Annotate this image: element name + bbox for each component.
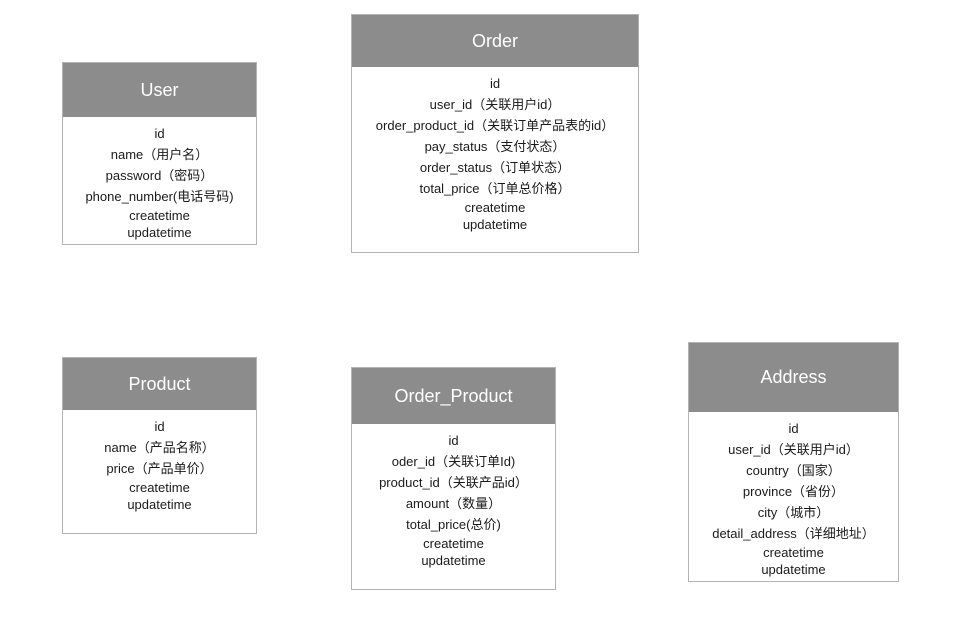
field-user-id: id: [154, 126, 165, 141]
field-order-product-total-price: total_price(总价): [406, 517, 501, 532]
entity-address-title: Address: [689, 343, 898, 412]
field-user-updatetime: updatetime: [127, 225, 192, 240]
entity-user[interactable]: User id name（用户名） password（密码） phone_num…: [62, 62, 257, 245]
field-address-detail-address: detail_address（详细地址）: [712, 526, 875, 541]
field-order-product-createtime: createtime: [423, 536, 484, 551]
field-product-updatetime: updatetime: [127, 497, 192, 512]
field-order-product-amount: amount（数量）: [405, 496, 502, 511]
entity-order-product[interactable]: Order_Product id oder_id（关联订单Id) product…: [351, 367, 556, 590]
field-product-id: id: [154, 419, 165, 434]
field-address-updatetime: updatetime: [761, 562, 826, 577]
field-product-name: name（产品名称）: [104, 440, 215, 455]
field-product-createtime: createtime: [129, 480, 190, 495]
field-user-password: password（密码）: [105, 168, 214, 183]
entity-product[interactable]: Product id name（产品名称） price（产品单价） create…: [62, 357, 257, 534]
entity-order-product-fields: id oder_id（关联订单Id) product_id（关联产品id） am…: [352, 424, 555, 569]
entity-product-fields: id name（产品名称） price（产品单价） createtime upd…: [63, 410, 256, 513]
field-order-createtime: createtime: [464, 200, 526, 215]
field-order-id: id: [489, 76, 501, 91]
field-address-country: country（国家）: [746, 463, 841, 478]
entity-product-title: Product: [63, 358, 256, 410]
entity-order-fields: id user_id（关联用户id） order_product_id（关联订单…: [352, 67, 638, 233]
field-order-total-price: total_price（订单总价格）: [419, 181, 571, 196]
field-address-id: id: [788, 421, 799, 436]
entity-order-product-title: Order_Product: [352, 368, 555, 424]
field-address-createtime: createtime: [763, 545, 824, 560]
field-order-product-product-id: product_id（关联产品id）: [379, 475, 528, 490]
field-user-createtime: createtime: [129, 208, 190, 223]
field-order-product-updatetime: updatetime: [421, 553, 486, 568]
field-order-user-id: user_id（关联用户id）: [429, 97, 561, 112]
field-address-city: city（城市）: [757, 505, 830, 520]
entity-order[interactable]: Order id user_id（关联用户id） order_product_i…: [351, 14, 639, 253]
field-order-product-oder-id: oder_id（关联订单Id): [391, 454, 516, 469]
entity-user-fields: id name（用户名） password（密码） phone_number(电…: [63, 117, 256, 241]
entity-address-fields: id user_id（关联用户id） country（国家） province（…: [689, 412, 898, 578]
entity-order-title: Order: [352, 15, 638, 67]
field-order-status: order_status（订单状态）: [419, 160, 571, 175]
field-address-province: province（省份）: [742, 484, 845, 499]
field-order-pay-status: pay_status（支付状态）: [424, 139, 566, 154]
field-order-updatetime: updatetime: [462, 217, 528, 232]
field-address-user-id: user_id（关联用户id）: [728, 442, 859, 457]
entity-user-title: User: [63, 63, 256, 117]
field-order-product-id: order_product_id（关联订单产品表的id）: [375, 118, 615, 133]
entity-address[interactable]: Address id user_id（关联用户id） country（国家） p…: [688, 342, 899, 582]
field-order-product-id: id: [448, 433, 459, 448]
field-product-price: price（产品单价）: [106, 461, 213, 476]
field-user-phone-number: phone_number(电话号码): [85, 189, 234, 204]
field-user-name: name（用户名）: [110, 147, 209, 162]
